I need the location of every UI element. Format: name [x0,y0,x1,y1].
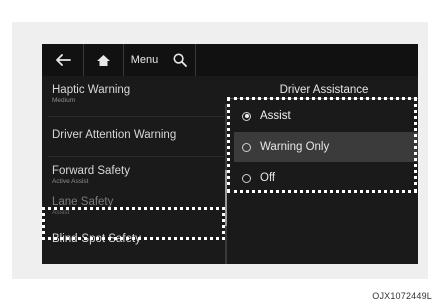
divider [48,116,224,117]
search-button[interactable] [165,44,196,76]
list-item-forward-safety[interactable]: Forward Safety Active Assist [52,165,224,185]
menu-button[interactable]: Menu [124,44,165,76]
callout-options-highlight [227,97,417,193]
home-button[interactable] [84,44,124,76]
list-item-label: Driver Attention Warning [52,129,177,141]
list-item-value: Medium [52,97,76,104]
list-item-haptic-warning[interactable]: Haptic Warning Medium [52,84,224,104]
panel-title: Driver Assistance [279,84,369,96]
list-item-label: Haptic Warning [52,84,131,96]
divider [48,156,224,157]
callout-lane-safety-highlight [42,207,225,240]
top-bar: Menu [42,44,418,76]
list-item-driver-attention-warning[interactable]: Driver Attention Warning [52,129,224,141]
list-item-label: Forward Safety [52,165,130,177]
back-button[interactable] [42,44,84,76]
list-item-value: Active Assist [52,178,89,185]
home-icon [97,54,110,66]
back-arrow-icon [55,54,71,66]
figure-code: OJX1072449L [372,291,432,301]
search-icon [173,53,187,67]
